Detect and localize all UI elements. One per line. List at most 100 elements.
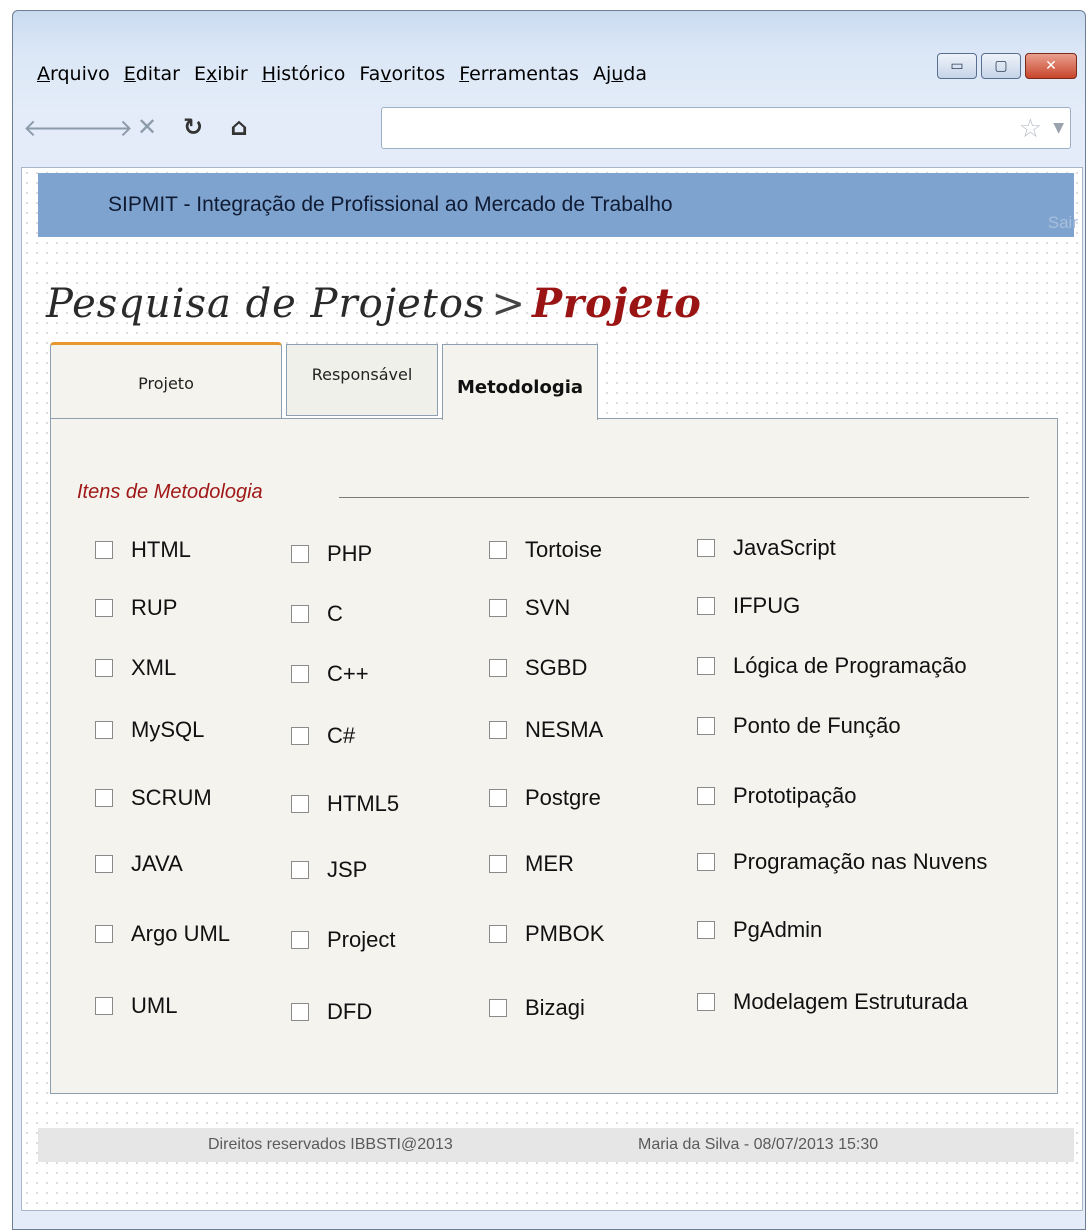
checkbox[interactable] — [489, 999, 507, 1017]
checkbox[interactable] — [697, 993, 715, 1011]
address-bar[interactable]: ☆ ▼ — [381, 107, 1071, 149]
checkbox[interactable] — [697, 717, 715, 735]
checkbox-item[interactable]: JSP — [291, 857, 367, 883]
app-header: SIPMIT - Integração de Profissional ao M… — [38, 173, 1078, 237]
checkbox[interactable] — [697, 597, 715, 615]
checkbox-item[interactable]: PgAdmin — [697, 917, 822, 943]
menu-item-favoritos[interactable]: Favoritos — [359, 63, 445, 85]
checkbox[interactable] — [95, 541, 113, 559]
checkbox-label: JSP — [327, 857, 368, 882]
checkbox-item[interactable]: JAVA — [95, 851, 183, 877]
checkbox-label: HTML — [131, 537, 191, 562]
checkbox-label: Programação nas Nuvens — [733, 849, 988, 874]
checkbox[interactable] — [489, 855, 507, 873]
checkbox-item[interactable]: Modelagem Estruturada — [697, 989, 968, 1015]
checkbox-label: SCRUM — [131, 785, 212, 810]
checkbox[interactable] — [95, 599, 113, 617]
menu-item-editar[interactable]: Editar — [124, 63, 180, 85]
menu-item-exibir[interactable]: Exibir — [194, 63, 248, 85]
url-input[interactable] — [382, 108, 1002, 146]
checkbox-item[interactable]: HTML — [95, 537, 191, 563]
checkbox-label: IFPUG — [733, 593, 801, 618]
checkbox[interactable] — [95, 997, 113, 1015]
checkbox-item[interactable]: Bizagi — [489, 995, 585, 1021]
checkbox[interactable] — [697, 853, 715, 871]
checkbox[interactable] — [291, 795, 309, 813]
checkbox-item[interactable]: Prototipação — [697, 783, 857, 809]
checkbox-item[interactable]: XML — [95, 655, 176, 681]
checkbox[interactable] — [489, 925, 507, 943]
checkbox-item[interactable]: PHP — [291, 541, 372, 567]
menu-item-ferramentas[interactable]: Ferramentas — [459, 63, 579, 85]
checkbox-label: Tortoise — [525, 537, 603, 562]
checkbox-item[interactable]: SCRUM — [95, 785, 212, 811]
checkbox-item[interactable]: MySQL — [95, 717, 204, 743]
checkbox-item[interactable]: RUP — [95, 595, 177, 621]
checkbox[interactable] — [291, 605, 309, 623]
close-window-button[interactable]: ✕ — [1025, 53, 1077, 79]
checkbox[interactable] — [95, 721, 113, 739]
breadcrumb-parent[interactable]: Pesquisa de Projetos — [46, 281, 485, 327]
tab-metodologia[interactable]: Metodologia — [442, 344, 598, 420]
checkbox-label: PgAdmin — [733, 917, 823, 942]
checkbox-item[interactable]: Project — [291, 927, 395, 953]
forward-icon[interactable]: 🡒 — [69, 107, 133, 147]
checkbox[interactable] — [489, 599, 507, 617]
checkbox-item[interactable]: C# — [291, 723, 355, 749]
checkbox[interactable] — [291, 1003, 309, 1021]
checkbox-item[interactable]: Ponto de Função — [697, 713, 901, 739]
checkbox[interactable] — [489, 541, 507, 559]
checkbox-item[interactable]: Lógica de Programação — [697, 653, 967, 679]
tab-projeto[interactable]: Projeto — [50, 342, 282, 422]
checkbox-item[interactable]: UML — [95, 993, 177, 1019]
bookmark-star-icon[interactable]: ☆ — [1019, 114, 1042, 144]
checkbox-item[interactable]: SGBD — [489, 655, 587, 681]
checkbox-item[interactable]: NESMA — [489, 717, 603, 743]
maximize-button[interactable]: ▢ — [981, 53, 1021, 79]
checkbox[interactable] — [95, 925, 113, 943]
logout-link[interactable]: Sair — [1048, 213, 1078, 233]
checkbox[interactable] — [697, 657, 715, 675]
checkbox-item[interactable]: HTML5 — [291, 791, 399, 817]
checkbox[interactable] — [489, 721, 507, 739]
tab-responsavel[interactable]: Responsável — [286, 344, 438, 416]
reload-icon[interactable]: ↻ — [171, 107, 215, 147]
checkbox-label: XML — [131, 655, 177, 680]
checkbox[interactable] — [95, 855, 113, 873]
checkbox[interactable] — [291, 861, 309, 879]
checkbox-item[interactable]: SVN — [489, 595, 570, 621]
checkbox[interactable] — [95, 659, 113, 677]
checkbox-item[interactable]: DFD — [291, 999, 372, 1025]
home-icon[interactable]: ⌂ — [217, 107, 261, 147]
checkbox[interactable] — [291, 665, 309, 683]
stop-icon[interactable]: ✕ — [125, 107, 169, 147]
minimize-button[interactable]: ▭ — [937, 53, 977, 79]
checkbox-item[interactable]: C++ — [291, 661, 369, 687]
checkbox[interactable] — [95, 789, 113, 807]
checkbox[interactable] — [697, 921, 715, 939]
menu-item-ajuda[interactable]: Ajuda — [593, 63, 647, 85]
checkbox-item[interactable]: PMBOK — [489, 921, 604, 947]
checkbox[interactable] — [291, 931, 309, 949]
checkbox-item[interactable]: Tortoise — [489, 537, 602, 563]
checkbox-item[interactable]: IFPUG — [697, 593, 800, 619]
menu-item-arquivo[interactable]: Arquivo — [37, 63, 110, 85]
checkbox[interactable] — [489, 659, 507, 677]
checkbox-item[interactable]: Argo UML — [95, 921, 230, 947]
checkbox-item[interactable]: MER — [489, 851, 574, 877]
checkbox-label: JavaScript — [733, 535, 836, 560]
checkbox-item[interactable]: C — [291, 601, 343, 627]
breadcrumb-separator: > — [491, 281, 526, 327]
checkbox-item[interactable]: Programação nas Nuvens — [697, 849, 987, 875]
checkbox[interactable] — [291, 545, 309, 563]
checkbox[interactable] — [697, 787, 715, 805]
dropdown-arrow-icon[interactable]: ▼ — [1053, 120, 1064, 136]
checkbox-label: DFD — [327, 999, 373, 1024]
checkbox-label: JAVA — [131, 851, 183, 876]
checkbox-item[interactable]: Postgre — [489, 785, 601, 811]
checkbox[interactable] — [489, 789, 507, 807]
checkbox[interactable] — [697, 539, 715, 557]
checkbox-item[interactable]: JavaScript — [697, 535, 836, 561]
checkbox[interactable] — [291, 727, 309, 745]
menu-item-histórico[interactable]: Histórico — [262, 63, 346, 85]
